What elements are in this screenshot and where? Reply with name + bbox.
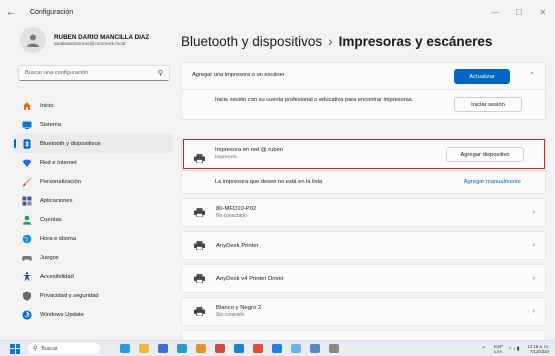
sidebar-item-juegos[interactable]: Juegos <box>14 248 174 267</box>
printer-name: 80-MFD10-P02 <box>216 206 257 212</box>
page-title: Impresoras y escáneres <box>338 34 493 49</box>
sidebar-item-privacidad[interactable]: Privacidad y seguridad <box>14 286 174 305</box>
taskbar-search-label: Buscar <box>41 345 58 352</box>
windows-start-icon[interactable] <box>10 343 20 354</box>
network-volume-battery-icons[interactable]: ≈ ♪ ▮ <box>509 346 520 352</box>
printer-name: AnyDesk v4 Printer Driver <box>216 275 284 282</box>
gamepad-icon <box>22 253 32 263</box>
settings-search-box[interactable]: ⚲ <box>18 65 170 81</box>
sidebar-nav: Inicio Sistema Bluetooth y dispositivos … <box>14 96 174 324</box>
not-listed-row: La impresora que deseo no está en la lis… <box>181 170 546 194</box>
search-input[interactable] <box>25 70 158 76</box>
search-icon: ⚲ <box>33 346 38 352</box>
user-profile[interactable]: RUBEN DARIO MANCILLA DIAZ analistasistem… <box>20 24 175 56</box>
printer-row[interactable]: 80-MFD10-P02 No conectado › <box>181 198 546 227</box>
shield-icon <box>22 291 32 301</box>
taskbar-app-icon[interactable] <box>253 344 263 353</box>
printer-row[interactable]: Blanco y Negro 2 Sin conexión › <box>181 297 546 326</box>
accessibility-icon <box>22 271 32 282</box>
breadcrumb-separator: › <box>328 34 333 49</box>
taskbar: ⚲ Buscar ⌃ ESP LAA ≈ ♪ ▮ 12:19 a. m. 7/12/… <box>0 340 555 356</box>
sidebar-item-aplicaciones[interactable]: Aplicaciones <box>14 191 174 210</box>
wifi-icon <box>22 158 32 168</box>
taskbar-app-icon[interactable] <box>291 344 301 353</box>
not-listed-text: La impresora que deseo no está en la lis… <box>215 179 323 185</box>
update-icon <box>22 310 32 320</box>
refresh-button[interactable]: Actualizar <box>454 69 510 84</box>
printer-status: No conectado <box>216 213 247 219</box>
apps-icon <box>22 196 32 206</box>
language-indicator[interactable]: ESP LAA <box>494 344 503 354</box>
add-printer-header: Agregar una impresora o un escáner <box>192 72 285 78</box>
taskbar-search[interactable]: ⚲ Buscar <box>28 343 100 354</box>
maximize-button[interactable]: ☐ <box>507 0 531 24</box>
taskbar-app-icon[interactable] <box>272 344 282 353</box>
search-icon: ⚲ <box>157 70 163 77</box>
avatar <box>20 27 46 53</box>
taskbar-app-icon[interactable] <box>196 344 206 353</box>
printer-name: Blanco y Negro 2 <box>216 305 262 311</box>
globe-icon <box>22 234 32 244</box>
chevron-up-icon[interactable]: ⌃ <box>529 71 535 79</box>
window-controls: — ☐ ✕ <box>483 0 555 24</box>
printer-icon <box>194 241 206 250</box>
highlight-box <box>183 139 545 169</box>
person-icon <box>22 215 32 225</box>
profile-email: analistasistemas@commerk.local <box>54 41 126 47</box>
chevron-right-icon[interactable]: › <box>533 242 535 249</box>
printer-icon <box>194 307 206 316</box>
monitor-icon <box>22 120 32 130</box>
taskbar-app-icon[interactable] <box>310 344 320 353</box>
sidebar-item-sistema[interactable]: Sistema <box>14 115 174 134</box>
chevron-right-icon[interactable]: › <box>533 209 535 216</box>
taskbar-app-icon[interactable] <box>329 344 339 353</box>
profile-name: RUBEN DARIO MANCILLA DIAZ <box>54 33 150 41</box>
sidebar-item-inicio[interactable]: Inicio <box>14 96 174 115</box>
home-icon <box>22 101 32 111</box>
sidebar-item-cuentas[interactable]: Cuentas <box>14 210 174 229</box>
signin-row: Inicie sesión con su cuenta profesional … <box>181 90 546 120</box>
taskbar-app-icon[interactable] <box>158 344 168 353</box>
printer-row[interactable]: AnyDesk v4 Printer Driver › <box>181 264 546 293</box>
sidebar-item-red[interactable]: Red e Internet <box>14 153 174 172</box>
printer-icon <box>194 208 206 217</box>
taskbar-apps <box>120 344 339 353</box>
minimize-button[interactable]: — <box>483 0 507 24</box>
breadcrumb: Bluetooth y dispositivos › Impresoras y es… <box>181 34 492 49</box>
printer-name: AnyDesk Printer <box>216 242 259 249</box>
chevron-right-icon[interactable]: › <box>533 275 535 282</box>
tray-overflow-icon[interactable]: ⌃ <box>481 346 486 353</box>
person-silhouette-icon <box>27 34 39 47</box>
signin-text: Inicie sesión con su cuenta profesional … <box>215 97 414 103</box>
add-manually-link[interactable]: Agregar manualmente <box>464 179 521 185</box>
window-title: Configuración <box>30 8 74 16</box>
printer-row[interactable]: AnyDesk Printer › <box>181 231 546 260</box>
add-printer-panel: Agregar una impresora o un escáner Actua… <box>181 62 546 90</box>
breadcrumb-parent[interactable]: Bluetooth y dispositivos <box>181 34 322 49</box>
taskbar-app-icon[interactable] <box>120 344 130 353</box>
back-arrow-icon[interactable]: ← <box>6 7 26 18</box>
sidebar-item-bluetooth[interactable]: Bluetooth y dispositivos <box>14 134 174 153</box>
taskbar-app-icon[interactable] <box>215 344 225 353</box>
close-button[interactable]: ✕ <box>531 0 555 24</box>
brush-icon <box>22 177 32 187</box>
printer-status: Sin conexión <box>216 312 245 318</box>
printer-icon <box>194 274 206 283</box>
clock[interactable]: 12:19 a. m. 7/12/2024 <box>528 344 550 354</box>
taskbar-app-icon[interactable] <box>234 344 244 353</box>
sidebar-item-hora-idioma[interactable]: Hora e idioma <box>14 229 174 248</box>
chevron-right-icon[interactable]: › <box>533 308 535 315</box>
taskbar-app-icon[interactable] <box>177 344 187 353</box>
signin-button[interactable]: Iniciar sesión <box>454 97 522 112</box>
system-tray: ⌃ ESP LAA ≈ ♪ ▮ 12:19 a. m. 7/12/2024 <box>481 341 549 356</box>
sidebar-item-accesibilidad[interactable]: Accesibilidad <box>14 267 174 286</box>
bluetooth-icon <box>22 138 32 149</box>
taskbar-app-icon[interactable] <box>139 344 149 353</box>
sidebar-item-windows-update[interactable]: Windows Update <box>14 305 174 324</box>
title-bar: ← Configuración <box>0 0 555 24</box>
sidebar-item-personalizacion[interactable]: Personalización <box>14 172 174 191</box>
